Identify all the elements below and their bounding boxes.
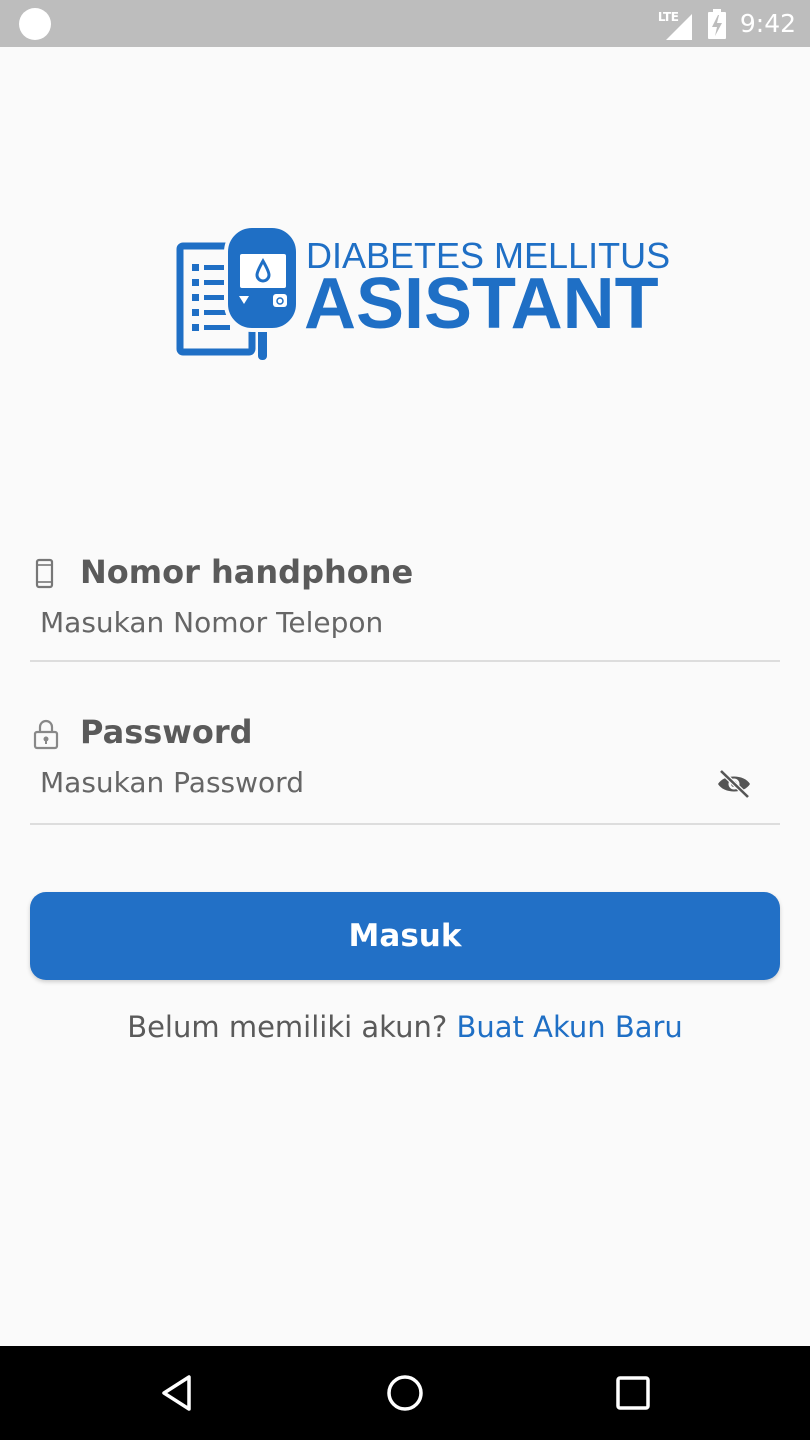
signal-icon: LTE [658, 8, 694, 40]
app-logo: DIABETES MELLITUS ASISTANT [176, 224, 670, 364]
phone-input[interactable] [40, 602, 700, 642]
eye-off-icon[interactable] [716, 768, 752, 800]
lock-icon [33, 719, 59, 750]
create-account-link[interactable]: Buat Akun Baru [456, 1010, 682, 1044]
back-icon[interactable] [158, 1373, 198, 1413]
password-input[interactable] [40, 762, 700, 802]
navigation-bar [0, 1346, 810, 1440]
phone-field: Nomor handphone [30, 548, 780, 662]
status-bar: LTE 9:42 [0, 0, 810, 47]
phone-label: Nomor handphone [80, 553, 414, 591]
logo-title-large: ASISTANT [304, 264, 659, 344]
notification-dot-icon [19, 8, 51, 40]
register-prompt: Belum memiliki akun? [127, 1010, 448, 1044]
login-button[interactable]: Masuk [30, 892, 780, 980]
clock: 9:42 [739, 9, 796, 38]
recents-icon[interactable] [613, 1373, 653, 1413]
glucose-meter-icon [176, 224, 300, 360]
register-prompt-row: Belum memiliki akun? Buat Akun Baru [0, 1010, 810, 1044]
battery-charging-icon [707, 8, 726, 39]
password-label: Password [80, 713, 253, 751]
home-icon[interactable] [385, 1373, 425, 1413]
phone-icon [35, 558, 54, 589]
status-icons: LTE 9:42 [658, 0, 796, 47]
password-field: Password [30, 708, 780, 825]
